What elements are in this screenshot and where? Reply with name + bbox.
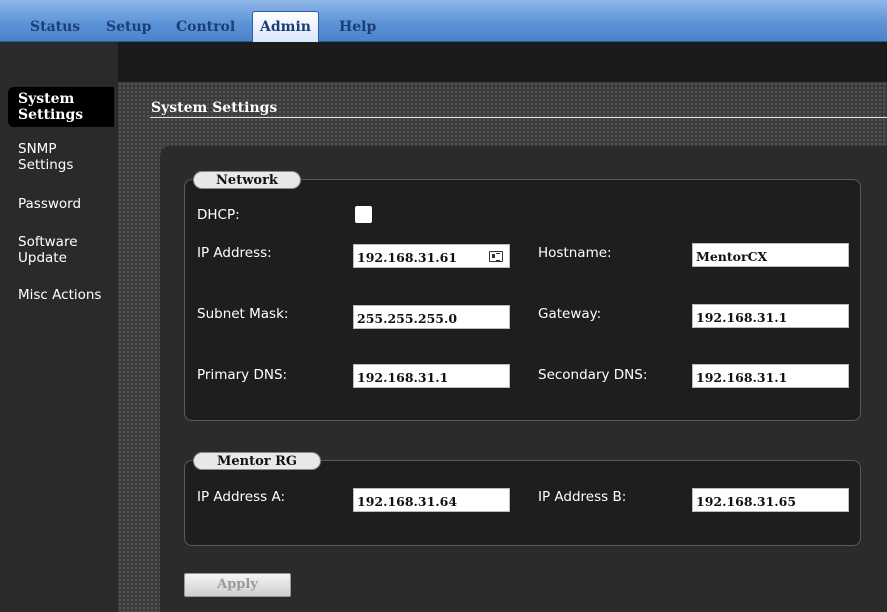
subnet-mask-field[interactable]: 255.255.255.0 (353, 305, 510, 329)
dhcp-checkbox[interactable] (355, 206, 372, 223)
ip-address-a-field[interactable]: 192.168.31.64 (353, 488, 510, 512)
page-title: System Settings (151, 100, 278, 116)
sidebar-item-misc-actions[interactable]: Misc Actions (18, 287, 114, 303)
sidebar-item-password[interactable]: Password (18, 196, 114, 212)
hostname-field[interactable]: MentorCX (692, 243, 849, 267)
ip-address-b-label: IP Address B: (538, 489, 627, 505)
ip-address-value: 192.168.31.61 (357, 250, 458, 265)
title-divider (150, 117, 887, 118)
ip-address-field[interactable]: 192.168.31.61 (353, 244, 510, 268)
sidebar-item-snmp-settings[interactable]: SNMP Settings (18, 141, 114, 173)
apply-button[interactable]: Apply (184, 573, 291, 597)
dhcp-label: DHCP: (197, 207, 240, 223)
ip-address-label: IP Address: (197, 245, 272, 261)
secondary-dns-field[interactable]: 192.168.31.1 (692, 364, 849, 388)
primary-dns-field[interactable]: 192.168.31.1 (353, 364, 510, 388)
tab-setup[interactable]: Setup (106, 14, 151, 40)
tab-control[interactable]: Control (176, 14, 235, 40)
gateway-label: Gateway: (538, 306, 602, 322)
sidebar: System Settings SNMP Settings Password S… (0, 82, 120, 612)
primary-dns-label: Primary DNS: (197, 367, 288, 383)
network-legend: Network (193, 171, 301, 189)
sidebar-item-software-update[interactable]: Software Update (18, 234, 114, 266)
header-band (0, 42, 887, 82)
top-nav-bar: Status Setup Control Admin Help (0, 0, 887, 42)
tab-help[interactable]: Help (339, 14, 376, 40)
contact-card-icon[interactable] (489, 251, 503, 262)
ip-address-b-field[interactable]: 192.168.31.65 (692, 488, 849, 512)
sidebar-item-system-settings[interactable]: System Settings (8, 87, 114, 127)
tab-status[interactable]: Status (30, 14, 80, 40)
hostname-label: Hostname: (538, 245, 612, 261)
mentor-rg-legend: Mentor RG (193, 452, 321, 470)
gateway-field[interactable]: 192.168.31.1 (692, 304, 849, 328)
header-band-left (0, 42, 118, 82)
ip-address-a-label: IP Address A: (197, 489, 286, 505)
subnet-mask-label: Subnet Mask: (197, 306, 289, 322)
secondary-dns-label: Secondary DNS: (538, 367, 648, 383)
tab-admin[interactable]: Admin (252, 11, 319, 42)
